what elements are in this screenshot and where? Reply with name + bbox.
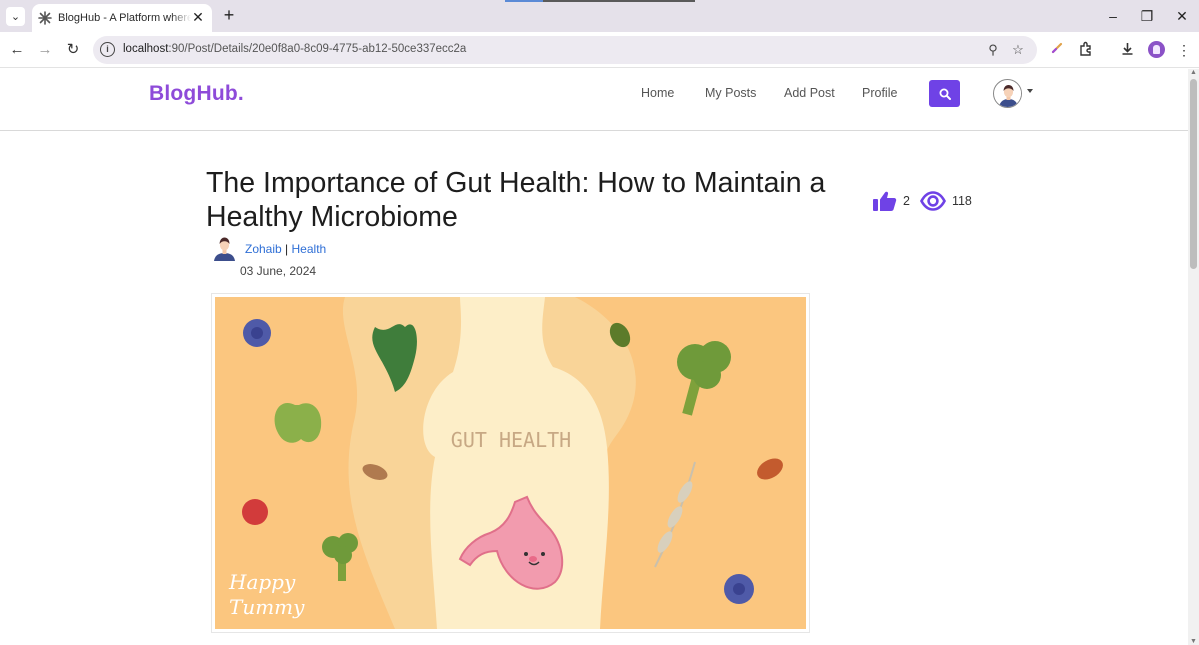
forward-icon[interactable]: → bbox=[35, 40, 55, 60]
tab-close-icon[interactable]: ✕ bbox=[190, 9, 206, 25]
site-favicon-icon bbox=[38, 11, 52, 25]
browser-profile-icon[interactable] bbox=[1148, 41, 1165, 58]
back-icon[interactable]: ← bbox=[7, 40, 27, 60]
reload-icon[interactable]: ↻ bbox=[63, 40, 83, 60]
minimize-icon[interactable]: – bbox=[1103, 6, 1123, 26]
new-tab-icon[interactable]: + bbox=[220, 5, 238, 25]
url-text[interactable]: localhost:90/Post/Details/20e0f8a0-8c09-… bbox=[123, 43, 466, 55]
search-button[interactable] bbox=[929, 80, 960, 107]
post-stats: 2 118 bbox=[873, 190, 972, 212]
address-bar[interactable]: i localhost:90/Post/Details/20e0f8a0-8c0… bbox=[93, 36, 1037, 64]
nav-link-add-post[interactable]: Add Post bbox=[784, 86, 835, 100]
category-link[interactable]: Health bbox=[292, 242, 327, 256]
browser-toolbar: ← → ↻ i localhost:90/Post/Details/20e0f8… bbox=[0, 32, 1199, 68]
gut-health-illustration: GUT HEALTH Happy Tummy bbox=[215, 297, 806, 629]
browser-menu-icon[interactable]: ⋮ bbox=[1175, 41, 1193, 59]
user-avatar-menu[interactable] bbox=[993, 79, 1022, 108]
site-navbar: BlogHub. Home My Posts Add Post Profile bbox=[0, 69, 1188, 131]
star-icon[interactable]: ☆ bbox=[1010, 42, 1026, 58]
nav-link-my-posts[interactable]: My Posts bbox=[705, 86, 756, 100]
author-link[interactable]: Zohaib bbox=[245, 242, 282, 256]
scroll-up-icon[interactable]: ▲ bbox=[1190, 69, 1197, 76]
scroll-down-icon[interactable]: ▼ bbox=[1190, 638, 1197, 645]
web-page: BlogHub. Home My Posts Add Post Profile … bbox=[0, 69, 1188, 645]
tab-loading-indicator bbox=[505, 0, 695, 2]
author-separator: | bbox=[285, 242, 289, 256]
eye-icon bbox=[919, 191, 946, 211]
nav-link-profile[interactable]: Profile bbox=[862, 86, 897, 100]
image-caption-text: GUT HEALTH bbox=[451, 428, 571, 452]
scrollbar-thumb[interactable] bbox=[1190, 79, 1197, 269]
post-title: The Importance of Gut Health: How to Mai… bbox=[206, 167, 826, 233]
image-logo-line2: Tummy bbox=[229, 595, 305, 619]
window-close-icon[interactable]: ✕ bbox=[1172, 6, 1192, 26]
image-logo-line1: Happy bbox=[228, 570, 296, 594]
author-line: Zohaib | Health bbox=[245, 242, 326, 256]
extension-pen-icon[interactable] bbox=[1048, 41, 1066, 59]
browser-tab-strip: ⌄ BlogHub - A Platform where you ✕ + – ❐… bbox=[0, 0, 1199, 32]
restore-icon[interactable]: ❐ bbox=[1137, 6, 1157, 26]
post-date: 03 June, 2024 bbox=[240, 264, 317, 278]
views-count: 118 bbox=[951, 194, 972, 208]
search-icon bbox=[939, 88, 951, 100]
info-icon[interactable]: i bbox=[100, 42, 115, 57]
post-featured-image: GUT HEALTH Happy Tummy bbox=[211, 293, 810, 633]
author-avatar[interactable] bbox=[213, 236, 236, 262]
author-avatar-icon bbox=[214, 237, 235, 261]
likes-count: 2 bbox=[903, 194, 910, 208]
chevron-down-icon[interactable] bbox=[1027, 89, 1033, 93]
download-icon[interactable] bbox=[1118, 41, 1136, 59]
brand-logo[interactable]: BlogHub. bbox=[149, 82, 244, 106]
tab-title: BlogHub - A Platform where you bbox=[58, 12, 191, 24]
thumbs-up-icon[interactable] bbox=[873, 190, 897, 212]
user-avatar-icon bbox=[994, 80, 1021, 107]
page-scrollbar[interactable]: ▲ ▼ bbox=[1188, 69, 1199, 645]
zoom-icon[interactable]: ⚲ bbox=[985, 42, 1001, 58]
extensions-icon[interactable] bbox=[1077, 41, 1095, 59]
browser-tab[interactable]: BlogHub - A Platform where you ✕ bbox=[32, 4, 212, 32]
nav-link-home[interactable]: Home bbox=[641, 86, 674, 100]
tab-search-button[interactable]: ⌄ bbox=[6, 7, 25, 26]
